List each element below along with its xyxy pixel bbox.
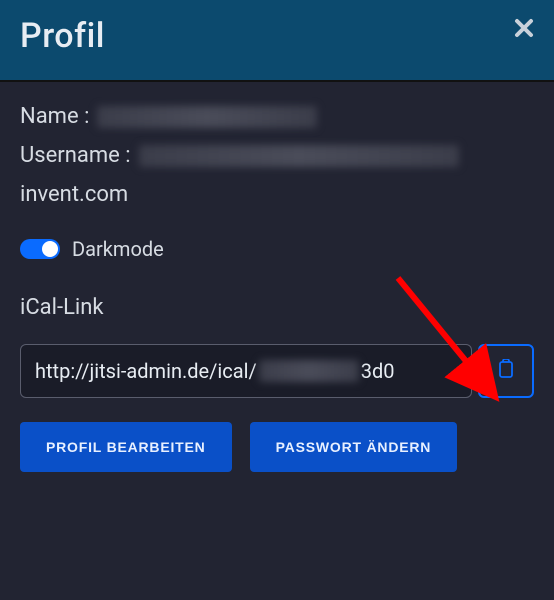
- name-value-redacted: [97, 106, 317, 128]
- edit-profile-button[interactable]: PROFIL BEARBEITEN: [20, 422, 232, 472]
- username-value-redacted: [139, 145, 459, 167]
- change-password-button[interactable]: PASSWORT ÄNDERN: [250, 422, 458, 472]
- username-row: Username :: [20, 143, 534, 168]
- ical-value-redacted: [259, 360, 359, 382]
- ical-label: iCal-Link: [20, 295, 534, 320]
- close-icon[interactable]: [514, 18, 534, 42]
- button-row: PROFIL BEARBEITEN PASSWORT ÄNDERN: [20, 422, 534, 472]
- modal-header: Profil: [0, 0, 554, 82]
- ical-value-prefix: http://jitsi-admin.de/ical/: [35, 359, 257, 383]
- domain-value: invent.com: [20, 182, 128, 207]
- ical-link-input[interactable]: http://jitsi-admin.de/ical/3d0: [20, 344, 472, 398]
- modal-title: Profil: [20, 16, 105, 56]
- username-label: Username :: [20, 143, 131, 168]
- name-row: Name :: [20, 104, 534, 129]
- domain-row: invent.com: [20, 182, 534, 207]
- clipboard-icon: [497, 359, 515, 383]
- darkmode-row: Darkmode: [20, 237, 534, 261]
- ical-value-suffix: 3d0: [361, 359, 395, 383]
- copy-ical-button[interactable]: [478, 344, 534, 398]
- darkmode-label: Darkmode: [72, 237, 164, 261]
- name-label: Name :: [20, 104, 89, 129]
- modal-body: Name : Username : invent.com Darkmode iC…: [0, 82, 554, 494]
- ical-row: http://jitsi-admin.de/ical/3d0: [20, 344, 534, 398]
- darkmode-toggle[interactable]: [20, 239, 60, 259]
